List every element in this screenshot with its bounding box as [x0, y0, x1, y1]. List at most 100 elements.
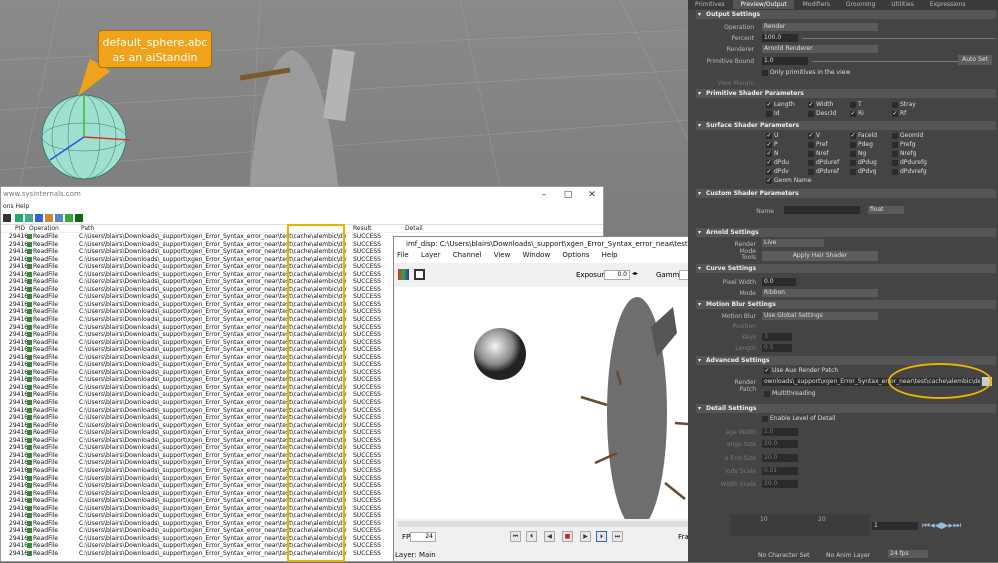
step-forward-icon[interactable]: ⏵ — [596, 531, 607, 542]
param-ri[interactable]: Ri — [850, 110, 864, 118]
process-icon[interactable] — [55, 214, 63, 222]
rgb-channel-icon[interactable] — [398, 269, 409, 280]
use-aux-render-patch-checkbox[interactable]: Use Aux Render Patch — [764, 367, 838, 375]
lod-field-5[interactable]: 20.0 — [762, 480, 798, 488]
profiling-icon[interactable] — [65, 214, 73, 222]
surface-param-nref[interactable]: Nref — [808, 150, 829, 158]
surface-param-pdeg[interactable]: Pdeg — [850, 141, 873, 149]
apply-hair-shader-button[interactable]: Apply Hair Shader — [762, 251, 878, 261]
lod-field-1[interactable]: 1.0 — [762, 428, 798, 436]
param-length[interactable]: Length — [766, 101, 795, 109]
surface-param-pref[interactable]: Pref — [808, 141, 828, 149]
name-field[interactable] — [784, 206, 860, 214]
surface-param-geomld[interactable]: Geomld — [892, 132, 923, 140]
surface-param-dpdu[interactable]: dPdu — [766, 159, 789, 167]
menu-view[interactable]: View — [494, 251, 511, 259]
keys-field[interactable]: 3 — [762, 333, 792, 341]
stop-icon[interactable]: ■ — [562, 531, 573, 542]
param-id[interactable]: Id — [766, 110, 780, 118]
lod-field-2[interactable]: 20.0 — [762, 440, 798, 448]
surface-param-dpdvref[interactable]: dPdvref — [808, 168, 839, 176]
curve-mode-dropdown[interactable]: Ribbon — [762, 289, 878, 297]
surface-param-nrefg[interactable]: Nrefg — [892, 150, 916, 158]
length-field[interactable]: 0.5 — [762, 344, 792, 352]
primitive-bound-field[interactable]: 1.0 — [762, 57, 808, 65]
current-frame-field[interactable]: 1 — [872, 522, 918, 530]
render-mode-dropdown[interactable]: Live — [762, 239, 824, 247]
exposure-input[interactable]: 0.0 — [604, 270, 630, 280]
highlight-icon[interactable] — [15, 214, 23, 222]
tab-primitives[interactable]: Primitives — [688, 0, 732, 9]
param-descid[interactable]: Descld — [808, 110, 836, 118]
surface-param-dpdurefg[interactable]: dPdurefg — [892, 159, 927, 167]
menu-file[interactable]: File — [397, 251, 409, 259]
menu-options[interactable]: Options — [562, 251, 589, 259]
percent-slider[interactable] — [802, 38, 996, 39]
primitive-bound-slider[interactable] — [812, 61, 962, 62]
last-frame-icon[interactable]: ⏭ — [612, 531, 623, 542]
tab-preview-output[interactable]: Preview/Output — [733, 0, 794, 9]
horizontal-scrollbar[interactable] — [398, 521, 698, 527]
surface-param-n[interactable]: N — [766, 150, 779, 158]
surface-param-dpdvrefg[interactable]: dPdvrefg — [892, 168, 927, 176]
menu-channel[interactable]: Channel — [453, 251, 482, 259]
section-primitive-shader[interactable]: Primitive Shader Parameters — [696, 89, 996, 98]
capture-icon[interactable] — [75, 214, 83, 222]
section-detail-settings[interactable]: Detail Settings — [696, 404, 996, 413]
menu-window[interactable]: Window — [523, 251, 551, 259]
pid-header[interactable]: PID — [15, 225, 25, 232]
surface-param-v[interactable]: V — [808, 132, 820, 140]
surface-param-u[interactable]: U — [766, 132, 778, 140]
surface-param-dpdv[interactable]: dPdv — [766, 168, 789, 176]
surface-param-geom-name[interactable]: Geom Name — [766, 177, 811, 185]
surface-param-faceld[interactable]: Faceld — [850, 132, 877, 140]
section-surface-shader[interactable]: Surface Shader Parameters — [696, 121, 996, 130]
fps-input[interactable]: 24 — [410, 532, 436, 542]
play-reverse-icon[interactable]: ◀ — [544, 531, 555, 542]
percent-field[interactable]: 100.0 — [762, 34, 798, 42]
tab-grooming[interactable]: Grooming — [839, 0, 882, 9]
minimize-icon[interactable]: – — [537, 189, 551, 201]
section-output-settings[interactable]: Output Settings — [696, 10, 996, 19]
play-icon[interactable]: ▶ — [580, 531, 591, 542]
tab-modifiers[interactable]: Modifiers — [796, 0, 837, 9]
surface-param-dpdvg[interactable]: dPdvg — [850, 168, 877, 176]
tab-expressions[interactable]: Expressions — [923, 0, 973, 9]
param-t[interactable]: T — [850, 101, 862, 109]
renderer-dropdown[interactable]: Arnold Renderer — [762, 45, 878, 53]
surface-param-p[interactable]: P — [766, 141, 778, 149]
minimize-icon[interactable]: – — [664, 239, 678, 251]
param-rf[interactable]: Rf — [892, 110, 906, 118]
auto-set-button[interactable]: Auto Set — [958, 55, 992, 65]
surface-param-ng[interactable]: Ng — [850, 150, 866, 158]
filter-icon[interactable] — [3, 214, 11, 222]
motion-blur-dropdown[interactable]: Use Global Settings — [762, 312, 878, 320]
detail-header[interactable]: Detail — [405, 225, 423, 232]
type-dropdown[interactable]: float — [868, 206, 904, 214]
enable-lod-checkbox[interactable]: Enable Level of Detail — [762, 415, 835, 423]
character-set[interactable]: No Character Set — [758, 552, 809, 559]
close-icon[interactable]: ✕ — [585, 189, 599, 201]
lod-field-3[interactable]: 20.0 — [762, 454, 798, 462]
first-frame-icon[interactable]: ⏮ — [510, 531, 521, 542]
only-primitives-checkbox[interactable]: Only primitives in the view — [762, 69, 850, 77]
multithreading-checkbox[interactable]: Multithreading — [764, 390, 816, 398]
section-motion-blur[interactable]: Motion Blur Settings — [696, 300, 996, 309]
pixel-width-field[interactable]: 0.0 — [762, 278, 796, 286]
param-stray[interactable]: Stray — [892, 101, 916, 109]
registry-icon[interactable] — [25, 214, 33, 222]
tab-utilities[interactable]: Utilities — [884, 0, 921, 9]
playback-controls-icon[interactable]: ⏮◂◀▶▸⏭ — [922, 521, 961, 531]
section-custom-shader[interactable]: Custom Shader Parameters — [696, 189, 996, 198]
time-slider[interactable]: 10 20 — [730, 514, 870, 536]
section-arnold-settings[interactable]: Arnold Settings — [696, 228, 996, 237]
exposure-stepper-icon[interactable]: ◂▸ — [632, 270, 638, 277]
maximize-icon[interactable]: □ — [561, 189, 575, 201]
surface-param-dpduref[interactable]: dPduref — [808, 159, 839, 167]
pm-menu-bar[interactable]: ons Help — [1, 203, 603, 213]
param-width[interactable]: Width — [808, 101, 833, 109]
operation-header[interactable]: Operation — [29, 225, 59, 232]
menu-help[interactable]: Help — [602, 251, 618, 259]
operation-dropdown[interactable]: Render — [762, 23, 878, 31]
filesystem-icon[interactable] — [35, 214, 43, 222]
